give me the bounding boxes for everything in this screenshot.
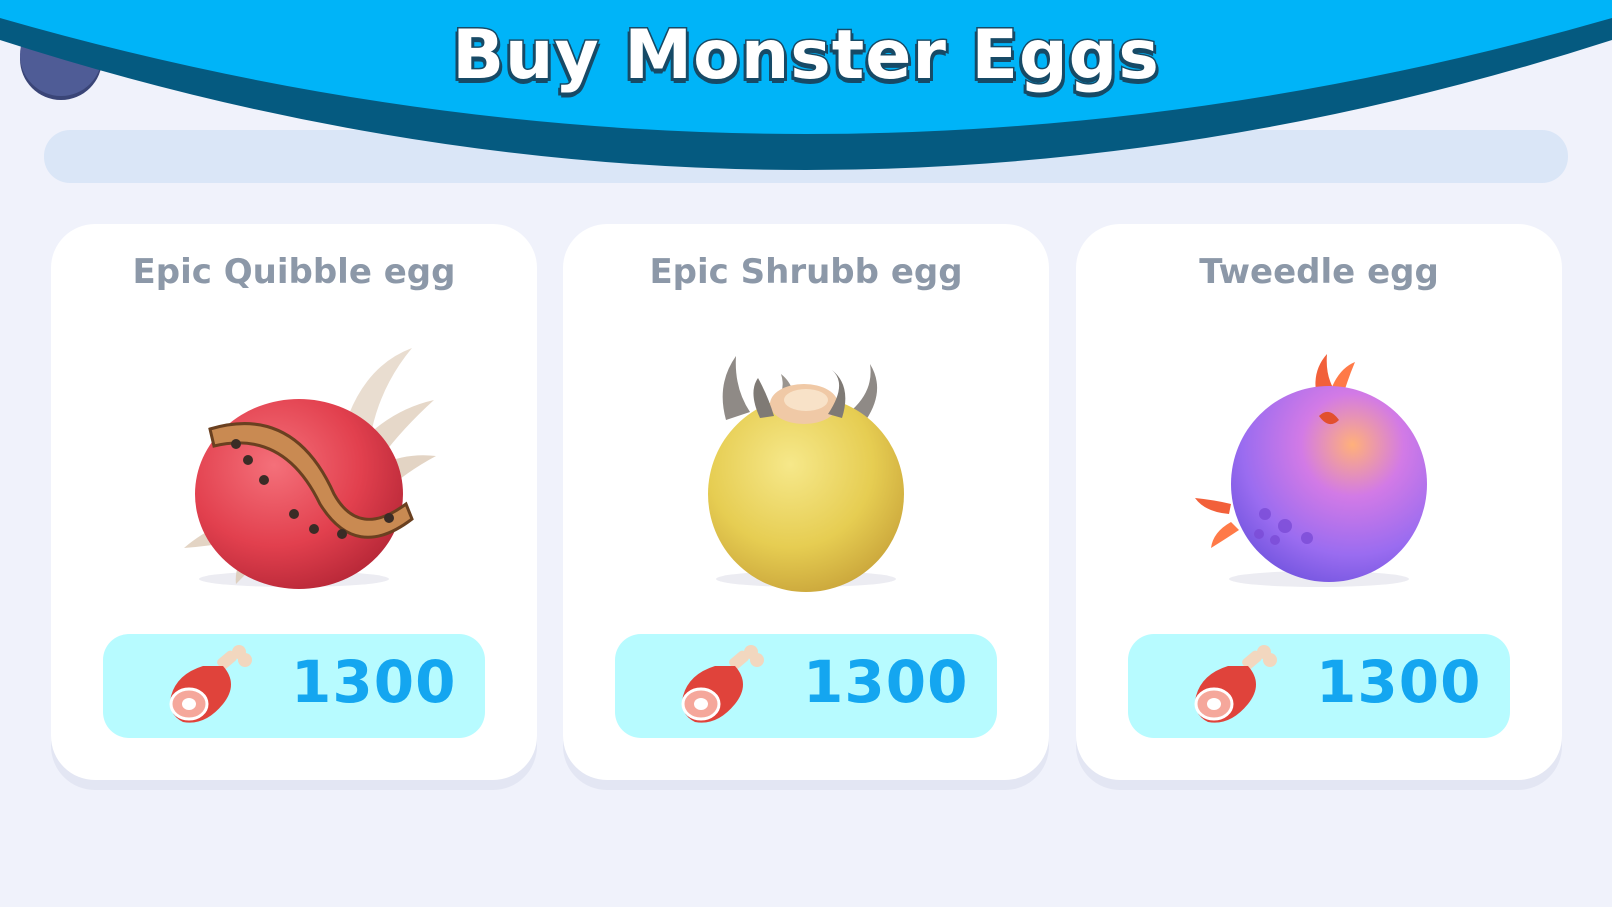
purple-feathered-egg-icon <box>1169 334 1469 594</box>
yellow-furry-egg-icon <box>656 334 956 594</box>
egg-card-epic-shrubb[interactable]: Epic Shrubb egg 1300 <box>563 224 1049 780</box>
egg-card-epic-quibble[interactable]: Epic Quibble egg 1300 <box>51 224 537 780</box>
buy-monster-eggs-screen: 1300 ... . . Buy Monster Eggs Epic Quibb… <box>0 0 1612 907</box>
egg-card-title: Tweedle egg <box>1199 252 1439 292</box>
egg-card-tweedle[interactable]: Tweedle egg 1300 <box>1076 224 1562 780</box>
price-value: 1300 <box>803 648 969 716</box>
price-value: 1300 <box>1316 648 1482 716</box>
page-title: Buy Monster Eggs <box>451 15 1161 97</box>
meat-icon <box>1194 645 1277 723</box>
egg-card-title: Epic Shrubb egg <box>649 252 963 292</box>
buy-price-button[interactable]: 1300 <box>103 634 485 738</box>
buy-price-button[interactable]: 1300 <box>1128 634 1510 738</box>
egg-card-title: Epic Quibble egg <box>132 252 456 292</box>
meat-icon <box>169 645 252 723</box>
buy-price-button[interactable]: 1300 <box>615 634 997 738</box>
price-value: 1300 <box>291 648 457 716</box>
meat-icon <box>681 645 764 723</box>
red-spiked-egg-icon <box>144 334 444 594</box>
